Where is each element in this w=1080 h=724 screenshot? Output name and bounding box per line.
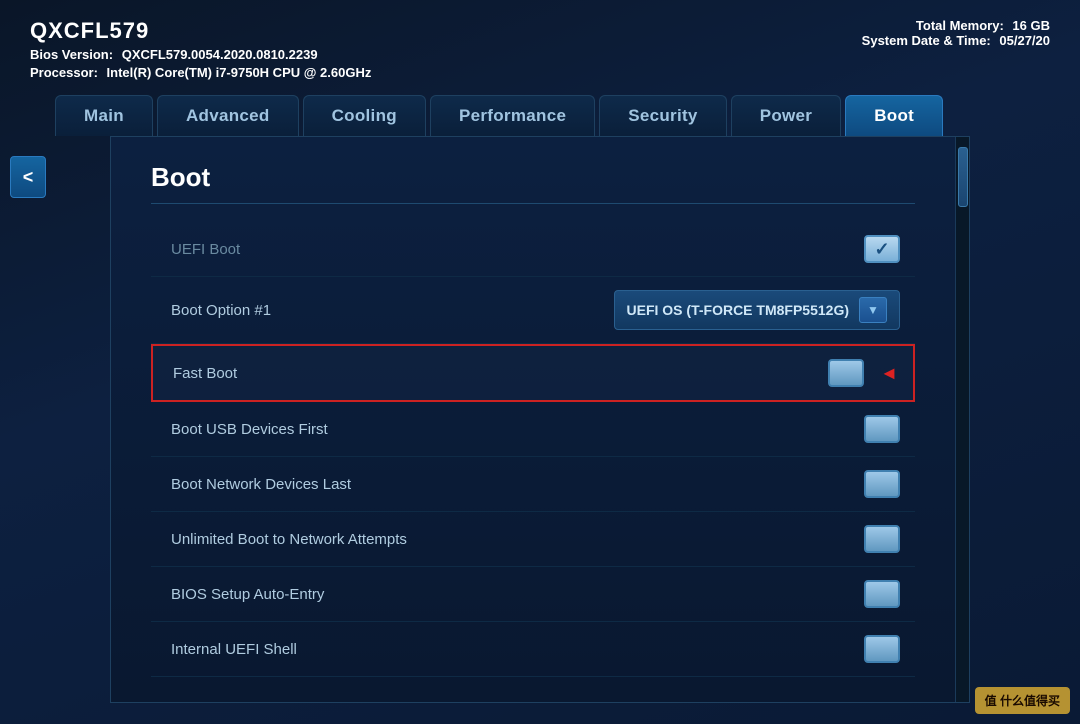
boot-option-1-label: Boot Option #1 [166, 302, 614, 319]
setting-row-unlimited-boot: Unlimited Boot to Network Attempts [151, 512, 915, 567]
processor-line: Processor: Intel(R) Core(TM) i7-9750H CP… [30, 65, 371, 80]
boot-option-1-control[interactable]: UEFI OS (T-FORCE TM8FP5512G) ▼ [614, 290, 900, 330]
bios-auto-entry-control[interactable] [864, 580, 900, 608]
unlimited-boot-control[interactable] [864, 525, 900, 553]
bios-label: Bios Version: [30, 47, 113, 62]
boot-option-1-dropdown[interactable]: UEFI OS (T-FORCE TM8FP5512G) ▼ [614, 290, 900, 330]
fast-boot-checkbox[interactable] [828, 359, 864, 387]
bios-auto-entry-checkbox[interactable] [864, 580, 900, 608]
tab-boot[interactable]: Boot [845, 95, 943, 136]
unlimited-boot-checkbox[interactable] [864, 525, 900, 553]
unlimited-boot-label: Unlimited Boot to Network Attempts [166, 531, 864, 548]
scrollbar[interactable] [955, 137, 969, 702]
boot-network-last-control[interactable] [864, 470, 900, 498]
fast-boot-control[interactable]: ◄ [828, 359, 898, 387]
tab-cooling[interactable]: Cooling [303, 95, 426, 136]
tab-main[interactable]: Main [55, 95, 153, 136]
setting-row-bios-auto-entry: BIOS Setup Auto-Entry [151, 567, 915, 622]
setting-row-boot-option-1: Boot Option #1 UEFI OS (T-FORCE TM8FP551… [151, 277, 915, 344]
header-left: QXCFL579 Bios Version: QXCFL579.0054.202… [30, 18, 371, 80]
internal-uefi-shell-control[interactable] [864, 635, 900, 663]
memory-label: Total Memory: [916, 18, 1004, 33]
cursor-icon: ◄ [880, 363, 898, 384]
boot-option-1-value: UEFI OS (T-FORCE TM8FP5512G) [627, 302, 849, 318]
fast-boot-label: Fast Boot [168, 365, 828, 382]
tab-power[interactable]: Power [731, 95, 842, 136]
nav-tabs: Main Advanced Cooling Performance Securi… [0, 95, 1080, 136]
bios-value: QXCFL579.0054.2020.0810.2239 [122, 47, 318, 62]
back-button[interactable]: < [10, 156, 46, 198]
uefi-boot-control[interactable]: ✓ [864, 235, 900, 263]
uefi-boot-label: UEFI Boot [166, 241, 864, 258]
header-right: Total Memory: 16 GB System Date & Time: … [862, 18, 1050, 48]
tab-advanced[interactable]: Advanced [157, 95, 299, 136]
boot-usb-first-control[interactable] [864, 415, 900, 443]
settings-list: UEFI Boot ✓ Boot Option #1 UEFI OS (T-FO… [151, 222, 915, 677]
bios-auto-entry-label: BIOS Setup Auto-Entry [166, 586, 864, 603]
header: QXCFL579 Bios Version: QXCFL579.0054.202… [0, 0, 1080, 90]
tab-performance[interactable]: Performance [430, 95, 595, 136]
main-content-area: Boot UEFI Boot ✓ Boot Option #1 UEFI OS … [110, 136, 970, 703]
bios-version-line: Bios Version: QXCFL579.0054.2020.0810.22… [30, 47, 371, 62]
datetime-line: System Date & Time: 05/27/20 [862, 33, 1050, 48]
boot-usb-first-checkbox[interactable] [864, 415, 900, 443]
setting-row-uefi-boot: UEFI Boot ✓ [151, 222, 915, 277]
memory-value: 16 GB [1012, 18, 1050, 33]
internal-uefi-shell-checkbox[interactable] [864, 635, 900, 663]
content-panel: Boot UEFI Boot ✓ Boot Option #1 UEFI OS … [111, 137, 955, 702]
tab-security[interactable]: Security [599, 95, 727, 136]
setting-row-internal-uefi-shell: Internal UEFI Shell [151, 622, 915, 677]
internal-uefi-shell-label: Internal UEFI Shell [166, 641, 864, 658]
datetime-value: 05/27/20 [999, 33, 1050, 48]
datetime-label: System Date & Time: [862, 33, 991, 48]
section-title: Boot [151, 162, 915, 204]
boot-usb-first-label: Boot USB Devices First [166, 421, 864, 438]
processor-value: Intel(R) Core(TM) i7-9750H CPU @ 2.60GHz [107, 65, 372, 80]
setting-row-fast-boot: Fast Boot ◄ [151, 344, 915, 402]
dropdown-arrow-icon[interactable]: ▼ [859, 297, 887, 323]
scrollbar-thumb[interactable] [958, 147, 968, 207]
boot-network-last-checkbox[interactable] [864, 470, 900, 498]
model-name: QXCFL579 [30, 18, 371, 44]
processor-label: Processor: [30, 65, 98, 80]
watermark: 值 什么值得买 [975, 687, 1070, 714]
setting-row-boot-network-last: Boot Network Devices Last [151, 457, 915, 512]
memory-line: Total Memory: 16 GB [862, 18, 1050, 33]
setting-row-boot-usb-first: Boot USB Devices First [151, 402, 915, 457]
uefi-boot-checkbox[interactable]: ✓ [864, 235, 900, 263]
boot-network-last-label: Boot Network Devices Last [166, 476, 864, 493]
